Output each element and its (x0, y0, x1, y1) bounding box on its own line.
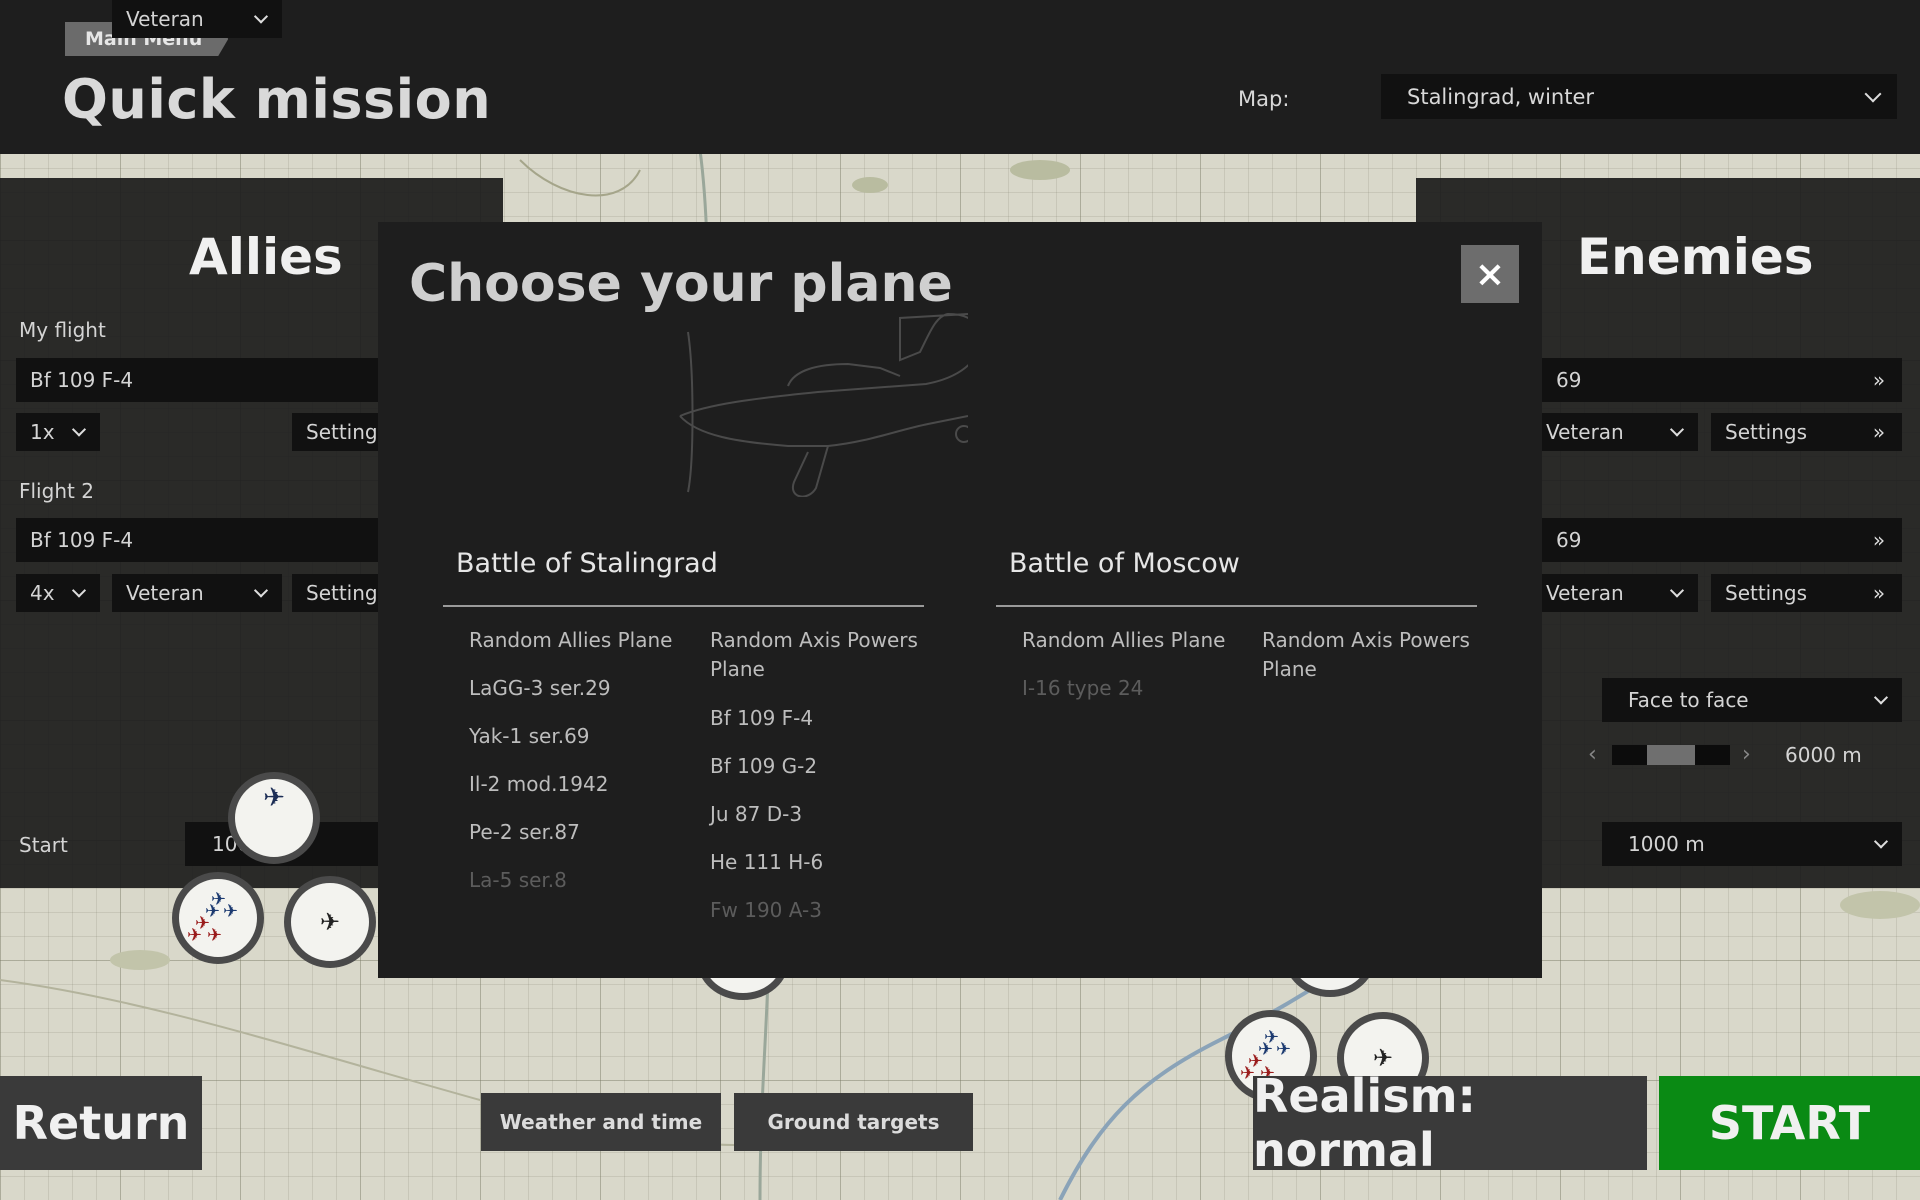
flight2-skill-value: Veteran (126, 581, 204, 605)
plane-item[interactable]: Il-2 mod.1942 (469, 770, 608, 799)
chevron-down-icon (1864, 85, 1882, 102)
map-marker-partial[interactable]: ✈ (228, 772, 320, 864)
double-chevron-right-icon: » (1872, 420, 1886, 444)
plane-item-disabled: Fw 190 A-3 (710, 898, 822, 922)
flight2-count-select[interactable]: 4x (16, 574, 100, 612)
weather-time-button[interactable]: Weather and time (481, 1093, 721, 1151)
enemy-flight2-settings-label: Settings (1725, 581, 1808, 605)
chevron-down-icon (253, 9, 269, 24)
map-select-value: Stalingrad, winter (1407, 84, 1595, 109)
enemy-flight1-skill-select[interactable]: Veteran (1530, 413, 1698, 451)
chevron-right-icon[interactable]: › (1742, 742, 1751, 767)
plane-item-disabled: La-5 ser.8 (469, 868, 567, 892)
double-chevron-right-icon: » (1872, 368, 1886, 392)
enemy-flight2-skill-value: Veteran (1546, 581, 1624, 605)
close-button[interactable]: × (1461, 245, 1519, 303)
section-title-stalingrad: Battle of Stalingrad (456, 548, 718, 579)
flight-group-icon: ✈✈✈ ✈✈✈ (187, 889, 238, 946)
my-flight-skill-select[interactable]: Veteran (112, 0, 282, 38)
svg-text:✈: ✈ (1276, 1039, 1291, 1060)
my-flight-settings-button[interactable]: Settings (292, 413, 378, 451)
enemy-flight2-plane-value: 69 (1556, 528, 1582, 552)
plane-icon: ✈ (263, 783, 285, 813)
svg-text:✈: ✈ (187, 925, 202, 946)
start-label: Start (19, 833, 68, 857)
chevron-left-icon[interactable]: ‹ (1588, 742, 1597, 767)
double-chevron-right-icon: » (1872, 528, 1886, 552)
plane-item[interactable]: Random Allies Plane (1022, 626, 1225, 655)
choose-plane-modal (378, 222, 1542, 978)
plane-silhouette-illustration (679, 312, 968, 497)
allies-title: Allies (189, 228, 343, 286)
enemy-flight2-skill-select[interactable]: Veteran (1530, 574, 1698, 612)
flight2-settings-button[interactable]: Settings (292, 574, 378, 612)
my-flight-label: My flight (19, 318, 106, 342)
plane-icon: ✈ (1372, 1044, 1394, 1072)
engagement-value: Face to face (1628, 688, 1749, 712)
enemies-title: Enemies (1577, 228, 1814, 286)
map-select[interactable]: Stalingrad, winter (1381, 74, 1897, 119)
enemy-flight1-plane-field[interactable]: 69 » (1542, 358, 1902, 402)
plane-item[interactable]: He 111 H-6 (710, 848, 823, 877)
header-bar: Main Menu Quick mission Map: Stalingrad,… (0, 0, 1920, 154)
plane-icon: ✈ (319, 908, 341, 936)
section-divider (996, 605, 1477, 607)
enemy-flight1-plane-value: 69 (1556, 368, 1582, 392)
chevron-down-icon (1873, 690, 1889, 705)
svg-text:✈: ✈ (223, 901, 238, 922)
map-label: Map: (1238, 87, 1290, 111)
double-chevron-right-icon: » (1872, 581, 1886, 605)
enemy-flight2-settings-button[interactable]: Settings » (1711, 574, 1902, 612)
ground-targets-button[interactable]: Ground targets (734, 1093, 973, 1151)
chevron-down-icon (1669, 583, 1685, 598)
chevron-down-icon (1669, 422, 1685, 437)
distance-slider-thumb[interactable] (1647, 745, 1695, 765)
enemy-flight1-skill-value: Veteran (1546, 420, 1624, 444)
start-button[interactable]: START (1659, 1076, 1920, 1170)
plane-item-disabled: I-16 type 24 (1022, 676, 1144, 700)
waypoint-marker[interactable]: ✈ (284, 876, 376, 968)
plane-item[interactable]: Pe-2 ser.87 (469, 818, 580, 847)
plane-item[interactable]: Bf 109 F-4 (710, 704, 813, 733)
flight2-label: Flight 2 (19, 479, 94, 503)
page-title: Quick mission (62, 68, 492, 131)
engagement-select[interactable]: Face to face (1602, 678, 1902, 722)
chevron-down-icon (71, 583, 87, 598)
distance-value: 6000 m (1785, 743, 1862, 767)
plane-item[interactable]: Ju 87 D-3 (710, 800, 802, 829)
my-flight-plane-field[interactable]: Bf 109 F-4 (16, 358, 378, 402)
plane-item[interactable]: Bf 109 G-2 (710, 752, 817, 781)
my-flight-skill-value: Veteran (126, 7, 204, 31)
realism-button[interactable]: Realism: normal (1253, 1069, 1647, 1177)
allied-flight-marker[interactable]: ✈ ✈ ✈ ✈ ✈ ✈ (172, 872, 264, 964)
enemy-flight2-plane-field[interactable]: 69 » (1542, 518, 1902, 562)
chevron-down-icon (71, 422, 87, 437)
enemy-flight1-settings-label: Settings (1725, 420, 1808, 444)
flight2-count-value: 4x (30, 581, 55, 605)
enemy-altitude-value: 1000 m (1628, 832, 1705, 856)
chevron-down-icon (253, 583, 269, 598)
my-flight-count-select[interactable]: 1x (16, 413, 100, 451)
my-flight-count-value: 1x (30, 420, 55, 444)
plane-item[interactable]: Random Axis Powers Plane (710, 626, 930, 684)
plane-item[interactable]: LaGG-3 ser.29 (469, 674, 611, 703)
section-title-moscow: Battle of Moscow (1009, 548, 1240, 579)
modal-title: Choose your plane (409, 254, 953, 314)
svg-text:✈: ✈ (207, 925, 222, 946)
plane-item[interactable]: Yak-1 ser.69 (469, 722, 590, 751)
chevron-down-icon (1873, 834, 1889, 849)
plane-item[interactable]: Random Axis Powers Plane (1262, 626, 1482, 684)
plane-item[interactable]: Random Allies Plane (469, 626, 672, 655)
flight2-skill-select[interactable]: Veteran (112, 574, 282, 612)
enemy-altitude-select[interactable]: 1000 m (1602, 822, 1902, 866)
flight2-plane-field[interactable]: Bf 109 F-4 (16, 518, 378, 562)
section-divider (443, 605, 924, 607)
return-button[interactable]: Return (0, 1076, 202, 1170)
enemy-flight1-settings-button[interactable]: Settings » (1711, 413, 1902, 451)
